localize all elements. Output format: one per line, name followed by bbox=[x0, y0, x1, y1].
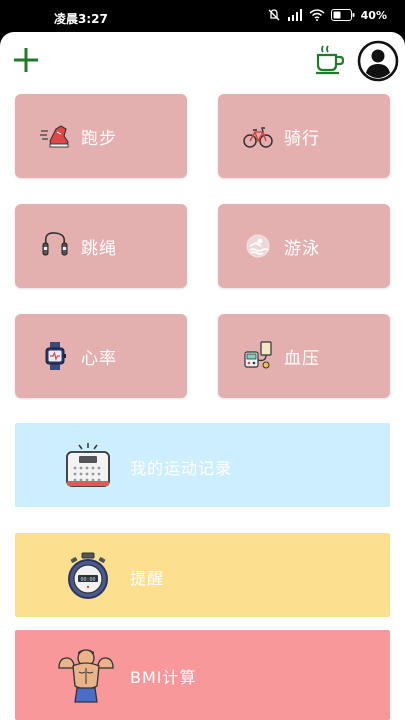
smartwatch-icon bbox=[45, 342, 66, 370]
status-time: 凌晨3:27 bbox=[54, 12, 108, 26]
bodybuilder-icon bbox=[58, 649, 114, 703]
blood-pressure-monitor-icon bbox=[244, 341, 272, 369]
status-icons: 40% bbox=[267, 8, 387, 22]
mute-icon bbox=[268, 9, 280, 21]
plus-icon bbox=[14, 48, 38, 72]
scale-record-icon bbox=[66, 443, 110, 487]
sport-label-running: 跑步 bbox=[81, 129, 117, 149]
sport-card-heart-rate[interactable]: 心率 bbox=[15, 314, 187, 398]
coffee-button[interactable] bbox=[314, 44, 346, 76]
top-toolbar bbox=[0, 32, 405, 92]
wifi-icon bbox=[309, 9, 325, 21]
coffee-cup-icon bbox=[316, 45, 345, 75]
jump-rope-icon bbox=[42, 232, 68, 256]
reminder-label: 提醒 bbox=[130, 569, 165, 588]
running-shoe-icon bbox=[40, 125, 69, 148]
sport-label-heart-rate: 心率 bbox=[81, 349, 117, 369]
sport-card-blood-pressure[interactable]: 血压 bbox=[218, 314, 390, 398]
svg-text:00:00: 00:00 bbox=[80, 577, 95, 583]
sport-label-blood-pressure: 血压 bbox=[284, 349, 320, 369]
avatar-button[interactable] bbox=[357, 40, 399, 82]
app-main: 跑步 骑行 跳绳 游泳 心率 血压 我的运动记录 00:00 提醒 BMI计算 bbox=[0, 32, 405, 720]
signal-icon bbox=[287, 9, 302, 21]
sport-card-swimming[interactable]: 游泳 bbox=[218, 204, 390, 288]
sport-card-running[interactable]: 跑步 bbox=[15, 94, 187, 178]
stopwatch-icon: 00:00 bbox=[68, 552, 108, 599]
sport-label-swimming: 游泳 bbox=[284, 239, 320, 259]
sport-label-cycling: 骑行 bbox=[284, 129, 320, 149]
bmi-label: BMI计算 bbox=[130, 668, 197, 687]
sport-card-cycling[interactable]: 骑行 bbox=[218, 94, 390, 178]
reminder-button[interactable]: 00:00 提醒 bbox=[15, 533, 390, 617]
sport-card-jump-rope[interactable]: 跳绳 bbox=[15, 204, 187, 288]
status-bar: 凌晨3:27 40% bbox=[0, 0, 405, 32]
exercise-records-label: 我的运动记录 bbox=[130, 459, 233, 478]
sport-label-jump-rope: 跳绳 bbox=[81, 239, 117, 259]
user-avatar-icon bbox=[357, 40, 399, 82]
exercise-records-button[interactable]: 我的运动记录 bbox=[15, 423, 390, 507]
bmi-calculator-button[interactable]: BMI计算 bbox=[15, 630, 390, 720]
bicycle-icon bbox=[243, 127, 273, 148]
battery-icon bbox=[330, 9, 355, 21]
add-button[interactable] bbox=[10, 44, 42, 76]
battery-percent: 40% bbox=[360, 8, 387, 22]
swimming-icon bbox=[246, 234, 270, 258]
